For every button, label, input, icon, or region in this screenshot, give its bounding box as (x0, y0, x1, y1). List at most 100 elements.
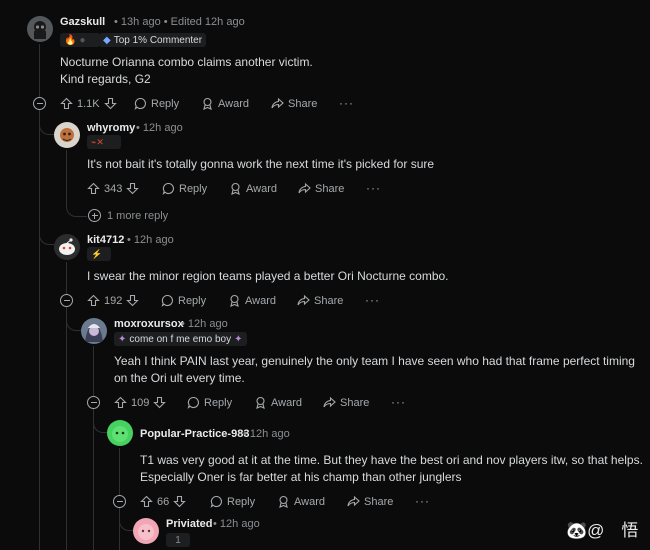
separator: • (136, 122, 140, 134)
downvote-icon[interactable] (103, 97, 117, 110)
separator: • (181, 318, 185, 330)
upvote-icon[interactable] (87, 294, 100, 307)
avatar[interactable] (54, 234, 80, 260)
reply-label: Reply (179, 182, 208, 195)
reply-label: Reply (151, 97, 180, 110)
share-label: Share (315, 182, 345, 195)
vote-controls: 192 (87, 294, 140, 307)
award-icon (256, 396, 265, 409)
username[interactable]: Gazskull (60, 16, 105, 28)
award-label: Award (246, 182, 277, 195)
avatar[interactable] (133, 518, 159, 544)
more-options-button[interactable]: ··· (365, 293, 380, 307)
connector-popular (93, 416, 108, 433)
downvote-icon[interactable] (126, 182, 140, 195)
reply-button[interactable]: Reply (187, 396, 232, 409)
collapse-thread-button[interactable] (113, 495, 126, 508)
award-label: Award (245, 294, 276, 307)
award-button[interactable]: Award (254, 396, 302, 409)
collapse-thread-button[interactable] (60, 294, 73, 307)
reply-button[interactable]: Reply (210, 495, 255, 508)
share-button[interactable]: Share (297, 294, 343, 307)
username[interactable]: whyromy (87, 122, 135, 134)
username[interactable]: moxroxursox (114, 318, 184, 330)
user-flair: ✦ come on f me emo boy ✦ (114, 332, 247, 346)
user-flair: ⌁✕ (87, 135, 121, 149)
vote-controls: 343 (87, 182, 140, 195)
username[interactable]: Priviated (166, 518, 212, 530)
share-button[interactable]: Share (347, 495, 393, 508)
timestamp[interactable]: 12h ago (143, 122, 183, 134)
emo-icon: ✦ (118, 333, 127, 345)
user-flair: 🔥 ● (60, 33, 100, 47)
avatar[interactable] (54, 122, 80, 148)
upvote-icon[interactable] (87, 182, 100, 195)
award-button[interactable]: Award (201, 97, 249, 110)
award-label: Award (218, 97, 249, 110)
reply-label: Reply (178, 294, 207, 307)
comment-bubble-icon (161, 294, 173, 307)
comment-meta: • 12h ago (181, 318, 228, 330)
connector-whyromy (39, 118, 54, 135)
top-commenter-badge[interactable]: ◆ Top 1% Commenter (99, 33, 207, 47)
comment-body-line: Kind regards, G2 (60, 72, 151, 86)
vote-count: 343 (104, 182, 123, 195)
vote-count: 109 (131, 396, 150, 409)
vote-count: 192 (104, 294, 123, 307)
more-options-button[interactable]: ··· (415, 494, 430, 508)
avatar[interactable] (107, 420, 133, 446)
timestamp[interactable]: 12h ago (250, 428, 290, 440)
comment-meta: • 12h ago (127, 234, 174, 246)
username[interactable]: kit4712 (87, 234, 124, 246)
share-icon (271, 97, 284, 109)
collapse-thread-button[interactable] (33, 97, 46, 110)
more-options-button[interactable]: ··· (366, 181, 381, 195)
upvote-icon[interactable] (60, 97, 73, 110)
username[interactable]: Popular-Practice-983 (140, 428, 249, 440)
team-logo-icon: ⚡ (91, 248, 103, 259)
upvote-icon[interactable] (140, 495, 153, 508)
connector-more-replies (66, 200, 87, 217)
reply-button[interactable]: Reply (161, 294, 206, 307)
upvote-icon[interactable] (114, 396, 127, 409)
share-icon (298, 182, 311, 194)
award-label: Award (294, 495, 325, 508)
comment-bubble-icon (162, 182, 174, 195)
downvote-icon[interactable] (153, 396, 167, 409)
award-button[interactable]: Award (277, 495, 325, 508)
timestamp[interactable]: 12h ago (188, 318, 228, 330)
comment-meta: • 12h ago (213, 518, 260, 530)
avatar[interactable] (81, 318, 107, 344)
more-options-button[interactable]: ··· (391, 395, 406, 409)
expand-replies-icon[interactable] (88, 209, 101, 222)
downvote-icon[interactable] (126, 294, 140, 307)
timestamp[interactable]: 12h ago (134, 234, 174, 246)
award-button[interactable]: Award (229, 182, 277, 195)
vote-controls: 109 (114, 396, 167, 409)
more-replies-link[interactable]: 1 more reply (107, 210, 168, 222)
separator: • (127, 234, 131, 246)
vote-count: 1.1K (77, 97, 100, 110)
badge-icon: ◆ (103, 34, 111, 46)
award-icon (231, 182, 240, 195)
comment-body-line: It's not bait it's totally gonna work th… (87, 157, 435, 171)
more-options-button[interactable]: ··· (339, 96, 354, 110)
reply-button[interactable]: Reply (162, 182, 207, 195)
collapse-thread-button[interactable] (87, 396, 100, 409)
timestamp[interactable]: 13h ago (121, 16, 161, 28)
comment-bubble-icon (134, 97, 146, 110)
avatar[interactable] (27, 16, 53, 42)
share-button[interactable]: Share (271, 97, 317, 110)
share-button[interactable]: Share (323, 396, 369, 409)
user-flair: 1 (166, 533, 190, 547)
comment-bubble-icon (187, 396, 199, 409)
separator: • (114, 16, 118, 28)
timestamp[interactable]: 12h ago (220, 518, 260, 530)
award-icon (279, 495, 288, 508)
downvote-icon[interactable] (173, 495, 187, 508)
share-icon (297, 294, 310, 306)
award-icon (203, 97, 212, 110)
share-button[interactable]: Share (298, 182, 344, 195)
award-button[interactable]: Award (228, 294, 276, 307)
reply-button[interactable]: Reply (134, 97, 179, 110)
